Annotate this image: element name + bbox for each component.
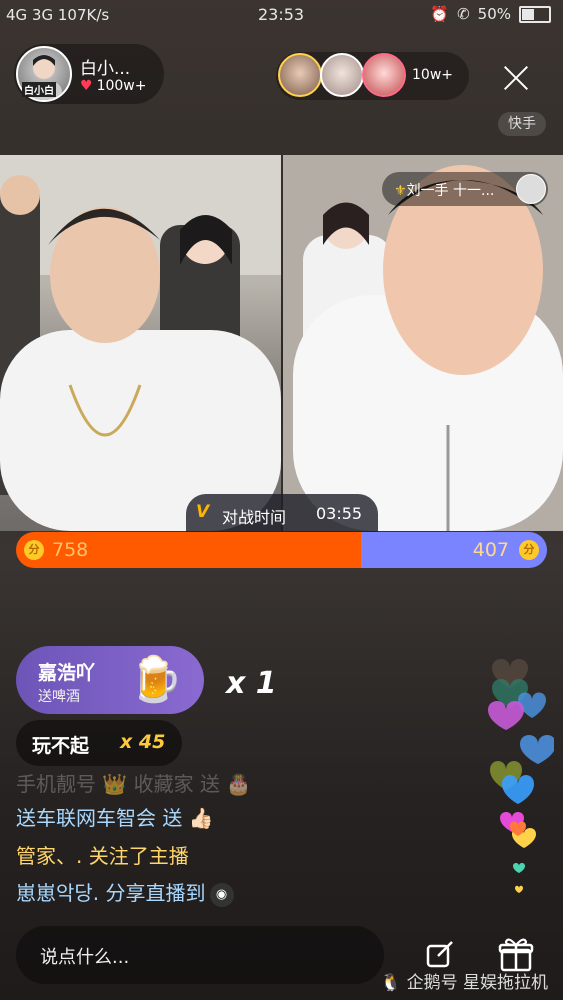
alarm-icon: ⏰ [430,5,450,23]
host-avatar-tag: 白小白 [22,82,56,97]
score-right-bar: 407 分 [361,532,547,568]
gift-icon[interactable] [498,936,534,972]
opponent-video[interactable] [283,155,563,531]
floating-hearts [484,650,556,910]
fleur-icon: ⚜ [394,183,407,199]
vs-icon: V [196,502,210,522]
status-bar: 4G 3G 107K/s 23:53 ⏰ ✆ 50% [0,0,563,30]
heart-icon: ♥ [80,78,93,94]
battle-timer: V 对战时间 03:55 [186,494,378,534]
wechat-icon: ◉ [209,882,234,907]
battle-label: 对战时间 [222,508,287,527]
coin-icon: 分 [24,540,44,560]
platform-badge: 快手 [498,112,546,136]
opponent-tag[interactable]: ⚜刘一手 十一... [382,172,548,206]
gift-desc: 送啤酒 [38,689,80,705]
chat-message[interactable]: 管家、. 关注了主播 [16,840,189,869]
host-likes: ♥ 100w+ [80,78,147,94]
host-card[interactable]: 白小白 白小... ♥ 100w+ [14,44,164,104]
chat-message[interactable]: 崽崽악당. 分享直播到 ◉ [16,877,234,907]
call-icon: ✆ [457,5,470,23]
comment-placeholder: 说点什么... [40,947,130,968]
penguin-icon: 🐧 [380,973,402,993]
score-bar: 分 758 407 分 [16,532,547,568]
viewer-avatar[interactable] [278,53,322,97]
watermark: 🐧 企鹅号 星娱拖拉机 [380,973,548,993]
gift-sender: 嘉浩吖 [38,662,96,684]
coin-icon: 分 [519,540,539,560]
chat-message[interactable]: 手机靓号 👑 收藏家 送 🎂 [16,768,251,797]
clock: 23:53 [258,5,305,24]
host-video[interactable] [0,155,281,531]
viewer-list[interactable]: 10w+ [276,52,469,100]
chat-message[interactable]: 送车联网车智会 送 👍🏻 [16,802,214,831]
network-status: 4G 3G 107K/s [6,6,110,24]
battle-time: 03:55 [316,504,363,523]
host-name: 白小... [80,59,131,79]
beer-icon: 🍺 [128,654,183,705]
comment-input[interactable]: 说点什么... [16,926,384,984]
viewer-avatar[interactable] [320,53,364,97]
opponent-avatar[interactable] [516,174,546,204]
gift-banner: 玩不起 x 45 [16,720,182,766]
edit-icon[interactable] [424,938,456,970]
status-right: ⏰ ✆ 50% [430,5,551,23]
viewer-avatar[interactable] [362,53,406,97]
battery-icon [519,5,551,23]
gift-sender: 玩不起 [32,735,90,757]
viewer-count[interactable]: 10w+ [412,67,453,83]
gift-count: x 1 [226,666,277,701]
score-right-value: 407 [472,539,509,561]
battery-percent: 50% [477,5,511,23]
score-left-value: 758 [52,539,89,561]
opponent-name: ⚜刘一手 十一... [394,183,495,199]
score-left-bar: 分 758 [16,532,361,568]
close-button[interactable] [498,60,534,96]
gift-banner: 嘉浩吖 送啤酒 🍺 [16,646,204,714]
gift-count: x 45 [120,731,166,753]
